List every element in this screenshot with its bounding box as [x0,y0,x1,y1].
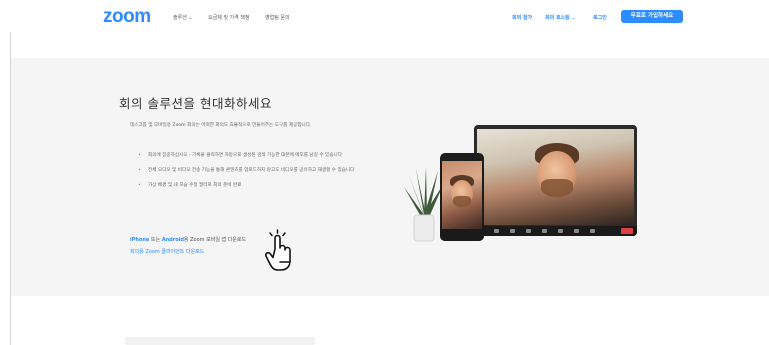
feature-list: 회의에 집중하십시오 - 기록을 클릭하면 자동으로 생성된 검색 가능한 대본… [138,151,373,196]
mobile-download-line: iPhone 또는 Android용 Zoom 모바일 앱 다운로드 [130,236,246,243]
hero-description: 데스크톱 및 모바일용 Zoom 회의는 어떠한 회의도 효율적으로 만들어주는… [130,123,312,128]
desktop-client-download-link[interactable]: 회의용 Zoom 클라이언트 다운로드 [130,248,204,255]
phone-video-call-image [440,153,484,241]
hand-pointer-cursor-icon [265,229,291,271]
nav-host-meeting[interactable]: 회의 호스팅 ⌄ [545,14,576,21]
or-text: 또는 [149,237,162,243]
laptop-video-call-image [474,125,637,236]
nav-pricing[interactable]: 요금제 및 가격 책정 [208,14,250,21]
feature-item: 회의에 집중하십시오 - 기록을 클릭하면 자동으로 생성된 검색 가능한 대본… [138,151,373,161]
nav-join-meeting[interactable]: 회의 참가 [512,14,532,21]
feature-item: 가상 배경 및 내 모습 수정 필터로 회의 준비 완료 [138,181,373,191]
iphone-link[interactable]: iPhone [130,237,149,243]
nav-sign-in[interactable]: 로그인 [593,14,607,21]
android-link[interactable]: Android [162,237,184,243]
top-navigation: zoom 솔루션 ⌄ 요금제 및 가격 책정 영업팀 문의 회의 참가 회의 호… [0,0,769,32]
mobile-app-text: 용 Zoom 모바일 앱 다운로드 [183,237,247,243]
signup-button[interactable]: 무료로 가입하세요 [621,10,683,23]
nav-contact-sales[interactable]: 영업팀 문의 [265,14,290,21]
bottom-section-placeholder [125,337,315,345]
hero-title: 회의 솔루션을 현대화하세요 [119,96,272,111]
feature-item: 전체 오디오 및 비디오 전송 기능을 통해 콘텐츠를 업로드하지 않고도 비디… [138,166,373,176]
nav-solutions[interactable]: 솔루션 ⌄ [173,14,193,21]
zoom-logo[interactable]: zoom [103,7,151,26]
